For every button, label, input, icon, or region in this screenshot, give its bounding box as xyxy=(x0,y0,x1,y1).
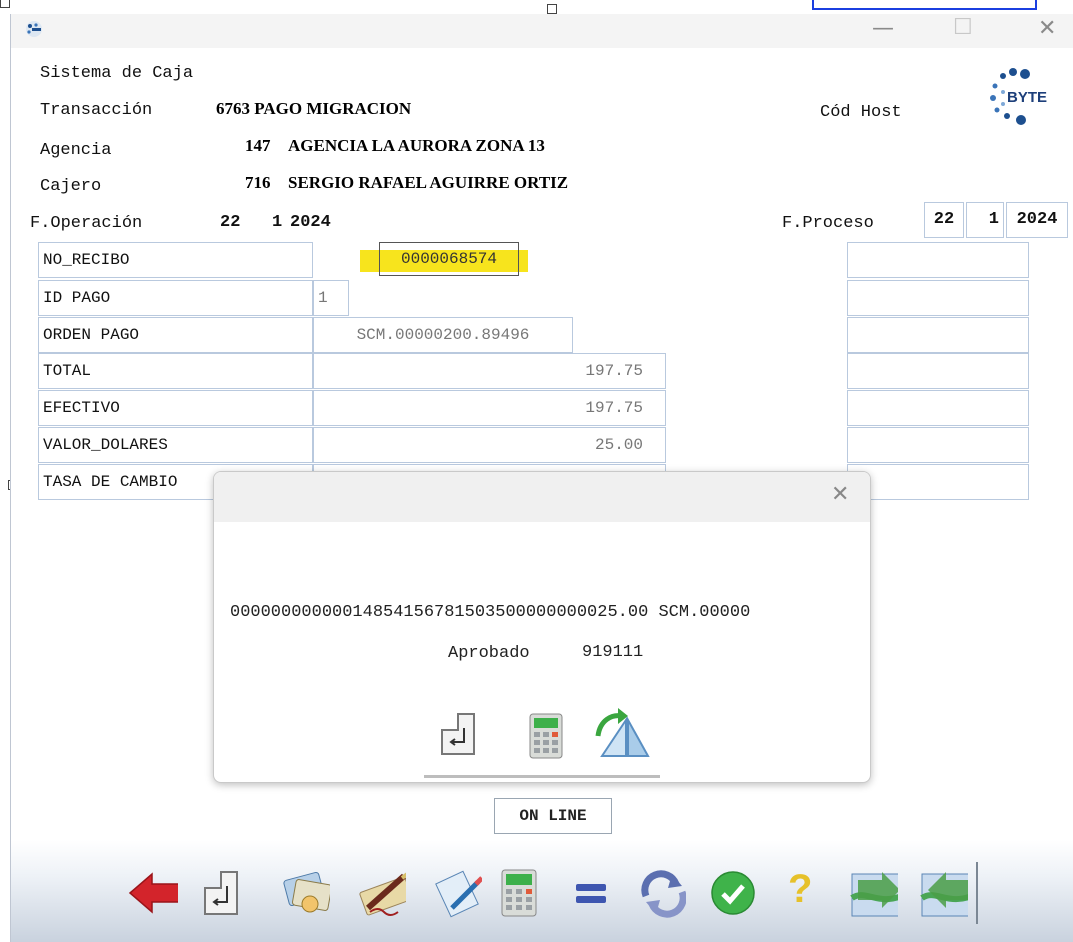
dialog-button-underline xyxy=(424,775,660,778)
check-icon[interactable] xyxy=(708,868,758,918)
map-next-icon[interactable] xyxy=(918,868,968,918)
document-edit-icon[interactable] xyxy=(432,868,482,918)
highlighted-link-box[interactable] xyxy=(812,0,1037,10)
operation-month: 1 xyxy=(272,213,283,232)
resize-handle[interactable] xyxy=(547,4,557,14)
agency-code: 147 xyxy=(245,136,271,155)
efectivo-input[interactable]: 197.75 xyxy=(313,390,666,426)
host-field[interactable] xyxy=(847,317,1029,353)
host-code-label: Cód Host xyxy=(820,103,902,122)
process-day-field[interactable]: 22 xyxy=(924,202,964,238)
cashier-code: 716 xyxy=(245,173,271,192)
host-field[interactable] xyxy=(847,353,1029,389)
operation-day: 22 xyxy=(220,213,241,232)
maximize-button[interactable]: ☐ xyxy=(953,15,973,40)
host-field[interactable] xyxy=(847,280,1029,316)
operation-date-label: F.Operación xyxy=(30,214,143,233)
byte-logo: BYTE xyxy=(983,64,1065,130)
byte-logo-text: BYTE xyxy=(1007,89,1048,106)
field-label-efectivo: EFECTIVO xyxy=(38,390,313,426)
process-year-field[interactable]: 2024 xyxy=(1006,202,1068,238)
refresh-prism-icon[interactable] xyxy=(592,706,652,760)
dialog-message: 00000000000014854156781503500000000025.0… xyxy=(230,603,751,622)
host-field[interactable] xyxy=(847,464,1029,500)
orden-pago-input[interactable]: SCM.00000200.89496 xyxy=(313,317,573,353)
minimize-button[interactable]: — xyxy=(872,16,894,41)
process-month-field[interactable]: 1 xyxy=(966,202,1004,238)
byte-app-icon xyxy=(26,21,42,37)
enter-icon[interactable] xyxy=(438,710,478,758)
sync-icon[interactable] xyxy=(636,868,686,918)
bills-icon[interactable] xyxy=(280,868,330,918)
dialog-close-button[interactable]: ✕ xyxy=(831,482,849,507)
resize-handle[interactable] xyxy=(0,0,10,8)
id-pago-input[interactable]: 1 xyxy=(313,280,349,316)
agency-label: Agencia xyxy=(40,141,112,160)
host-field[interactable] xyxy=(847,242,1029,278)
field-label-id-pago: ID PAGO xyxy=(38,280,313,316)
cashier-label: Cajero xyxy=(40,177,102,196)
approved-code: 919111 xyxy=(582,643,644,662)
host-field[interactable] xyxy=(847,390,1029,426)
cashier-name: SERGIO RAFAEL AGUIRRE ORTIZ xyxy=(288,173,569,192)
enter-icon[interactable] xyxy=(201,868,251,918)
total-input[interactable]: 197.75 xyxy=(313,353,666,389)
equals-icon[interactable] xyxy=(574,868,624,918)
close-button[interactable]: ✕ xyxy=(1038,16,1056,41)
approval-dialog: ✕ 00000000000014854156781503500000000025… xyxy=(213,471,871,783)
agency-name: AGENCIA LA AURORA ZONA 13 xyxy=(288,136,545,155)
calculator-icon[interactable] xyxy=(528,712,564,760)
process-date-label: F.Proceso xyxy=(782,214,874,233)
online-status-badge: ON LINE xyxy=(494,798,612,834)
signature-icon[interactable] xyxy=(356,868,406,918)
no-recibo-input[interactable]: 0000068574 xyxy=(379,242,519,276)
transaction-value: 6763 PAGO MIGRACION xyxy=(216,99,412,118)
back-arrow-icon[interactable] xyxy=(128,868,178,918)
field-label-no-recibo: NO_RECIBO xyxy=(38,242,313,278)
transaction-label: Transacción xyxy=(40,101,153,120)
calculator-icon[interactable] xyxy=(500,868,550,918)
field-label-orden-pago: ORDEN PAGO xyxy=(38,317,313,353)
operation-year: 2024 xyxy=(290,213,331,232)
system-title: Sistema de Caja xyxy=(40,64,194,83)
toolbar-divider xyxy=(976,862,978,924)
host-field[interactable] xyxy=(847,427,1029,463)
valor-dolares-input[interactable]: 25.00 xyxy=(313,427,666,463)
map-prev-icon[interactable] xyxy=(848,868,898,918)
field-label-valor-dolares: VALOR_DOLARES xyxy=(38,427,313,463)
field-label-total: TOTAL xyxy=(38,353,313,389)
dialog-header xyxy=(214,472,870,522)
approved-label: Aprobado xyxy=(448,644,530,663)
title-bar xyxy=(11,14,1073,48)
help-icon[interactable]: ? xyxy=(788,867,812,912)
